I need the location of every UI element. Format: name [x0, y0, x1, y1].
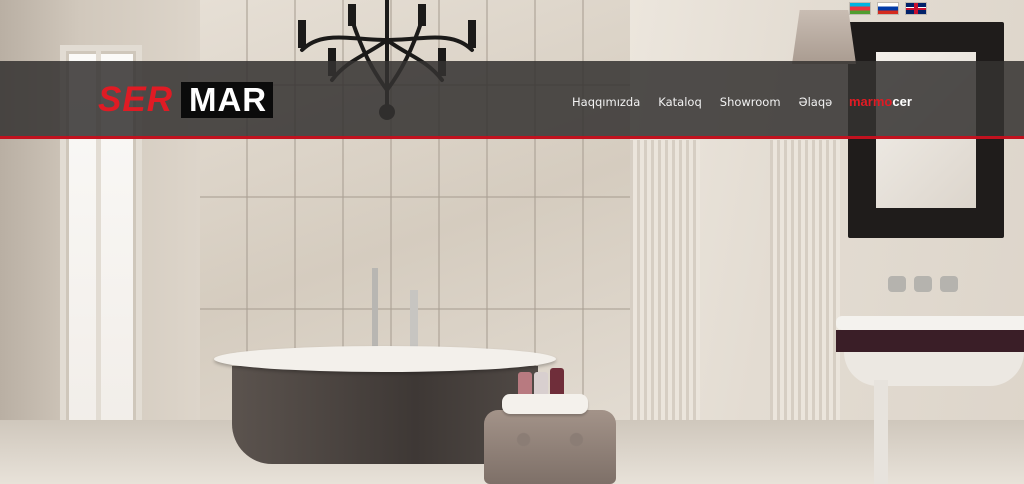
marmocer-logo[interactable]: marmocer: [849, 94, 912, 109]
language-switcher: [850, 3, 926, 14]
logo-text-mar: MAR: [180, 82, 274, 118]
sink-leg: [874, 380, 888, 484]
marmocer-logo-part2: cer: [892, 94, 912, 109]
flag-az-icon[interactable]: [850, 3, 870, 14]
sink-top: [836, 316, 1024, 330]
ottoman: [484, 410, 616, 484]
sink: [836, 316, 1024, 386]
flag-gb-icon[interactable]: [906, 3, 926, 14]
tub-faucet: [410, 290, 418, 348]
logo-text-ser: SER: [98, 80, 173, 119]
sink-tap: [940, 276, 958, 292]
nav-about[interactable]: Haqqımızda: [572, 95, 640, 109]
nav-contact[interactable]: Əlaqə: [799, 95, 833, 109]
header-accent-line: [0, 136, 1024, 139]
bathtub-rim: [214, 346, 556, 372]
tub-faucet: [372, 268, 378, 348]
nav-showroom[interactable]: Showroom: [720, 95, 781, 109]
sink-tap: [888, 276, 906, 292]
towel: [502, 394, 588, 414]
sink-tap: [914, 276, 932, 292]
marmocer-logo-part1: marmo: [849, 94, 893, 109]
sink-band: [836, 330, 1024, 352]
wall-lamp: [792, 10, 856, 64]
sink-bowl: [844, 352, 1024, 386]
nav-catalog[interactable]: Kataloq: [658, 95, 701, 109]
site-logo[interactable]: SER MAR: [98, 80, 274, 119]
main-nav: Haqqımızda Kataloq Showroom Əlaqə: [572, 95, 832, 109]
flag-ru-icon[interactable]: [878, 3, 898, 14]
